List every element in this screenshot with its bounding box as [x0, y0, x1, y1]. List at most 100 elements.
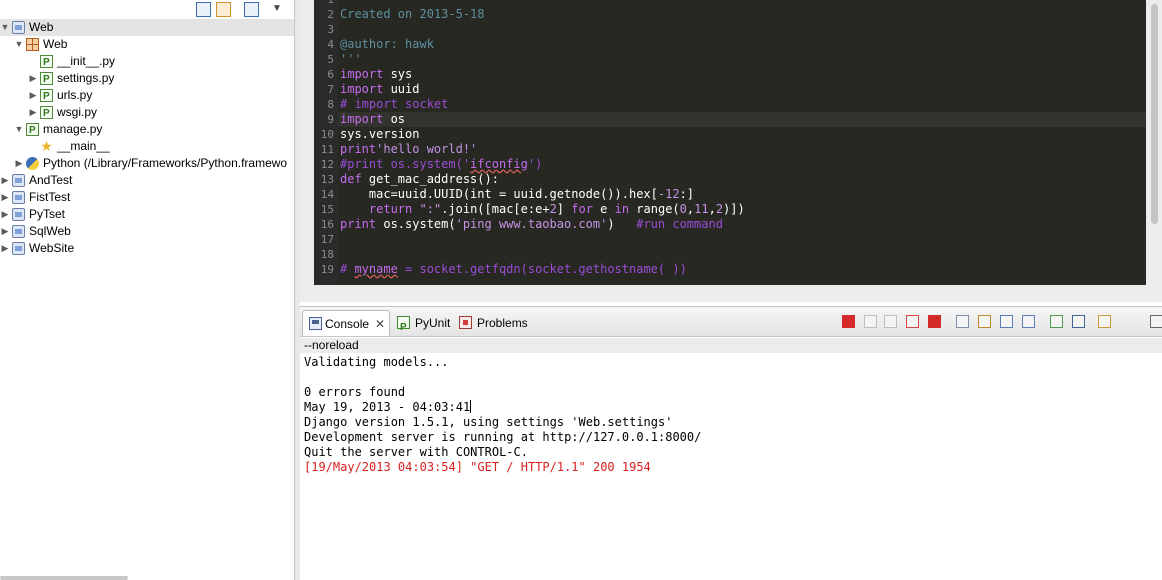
console-line: Development server is running at http://…	[304, 430, 1162, 445]
console-line-text: Validating models...	[304, 355, 449, 369]
code-line[interactable]: sys.version	[338, 127, 419, 142]
terminate-icon[interactable]	[842, 315, 855, 328]
chevron-right-icon[interactable]: ▶	[0, 189, 10, 206]
word-wrap-icon[interactable]	[1000, 315, 1013, 328]
chevron-right-icon[interactable]: ▶	[28, 70, 38, 87]
relaunch-icon[interactable]	[906, 315, 919, 328]
tree-item[interactable]: __init__.py	[0, 53, 294, 70]
code-line[interactable]: @author: hawk	[338, 37, 434, 52]
code-line[interactable]: mac=uuid.UUID(int = uuid.getnode()).hex[…	[338, 187, 694, 202]
tab-problems-label: Problems	[477, 316, 528, 330]
tree-item[interactable]: ▶ PyTset	[0, 206, 294, 223]
chevron-right-icon[interactable]: ▶	[0, 172, 10, 189]
code-line[interactable]: return ":".join([mac[e:e+2] for e in ran…	[338, 202, 745, 217]
minimize-icon[interactable]	[1150, 315, 1162, 328]
tree-item[interactable]: ▶ SqlWeb	[0, 223, 294, 240]
code-line[interactable]: import uuid	[338, 82, 419, 97]
tree-item-label: urls.py	[57, 88, 93, 102]
code-line[interactable]: '''	[338, 0, 362, 7]
collapse-all-icon[interactable]	[196, 2, 211, 17]
chevron-down-icon[interactable]: ▼	[14, 36, 24, 53]
code-line[interactable]: '''	[338, 52, 362, 67]
tree-item[interactable]: ★ __main__	[0, 138, 294, 155]
tab-console[interactable]: Console ✕	[302, 310, 390, 336]
tree-item-label: wsgi.py	[57, 105, 98, 119]
tree-item[interactable]: ▼ manage.py	[0, 121, 294, 138]
code-token: os	[383, 112, 406, 126]
chevron-right-icon[interactable]: ▶	[14, 155, 24, 172]
tree-item[interactable]: ▶ wsgi.py	[0, 104, 294, 121]
chevron-right-icon[interactable]: ▶	[0, 223, 10, 240]
console-icon	[309, 317, 322, 330]
remove-all-icon[interactable]	[884, 315, 897, 328]
code-line[interactable]: import os	[338, 112, 1146, 127]
console-line-text: Quit the server with CONTROL-C.	[304, 445, 528, 459]
tree-item[interactable]: ▶ urls.py	[0, 87, 294, 104]
code-line[interactable]: Created on 2013-5-18	[338, 7, 485, 22]
open-console-icon[interactable]	[1098, 315, 1111, 328]
tree-item[interactable]: ▶ FistTest	[0, 189, 294, 206]
code-token: #	[340, 262, 355, 276]
project-tree: ▼Web▼Web__init__.py▶settings.py▶urls.py▶…	[0, 19, 294, 257]
remove-launch-icon[interactable]	[864, 315, 877, 328]
code-line[interactable]: def get_mac_address():	[338, 172, 499, 187]
code-line[interactable]: print'hello world!'	[338, 142, 477, 157]
console-line: [19/May/2013 04:03:54] "GET / HTTP/1.1" …	[304, 460, 1162, 475]
scroll-lock-icon[interactable]	[978, 315, 991, 328]
view-menu-icon[interactable]	[244, 2, 259, 17]
chevron-down-icon[interactable]: ▼	[272, 2, 287, 17]
tree-item[interactable]: ▼ Web	[0, 36, 294, 53]
project-explorer: ▼ ▼ Web ▼ Web __init__.py ▶ settings.py ▶ urls.p…	[0, 0, 294, 580]
stop-debug-icon[interactable]	[928, 315, 941, 328]
chevron-right-icon[interactable]: ▶	[28, 104, 38, 121]
horizontal-scrollbar[interactable]	[0, 576, 128, 580]
code-line[interactable]: # import socket	[338, 97, 448, 112]
tree-item[interactable]: ▶ Python (/Library/Frameworks/Python.fram…	[0, 155, 294, 172]
code-line[interactable]: import sys	[338, 67, 412, 82]
tree-item[interactable]: ▶ settings.py	[0, 70, 294, 87]
line-number: 10	[320, 128, 334, 141]
code-token: )])	[723, 202, 745, 216]
code-line[interactable]	[338, 22, 340, 37]
code-line[interactable]: # myname = socket.getfqdn(socket.gethost…	[338, 262, 687, 277]
code-line[interactable]	[338, 232, 340, 247]
tree-item-label: SqlWeb	[29, 224, 71, 238]
code-token: 2	[549, 202, 557, 216]
tree-item-label: FistTest	[29, 190, 71, 204]
code-token: sys.version	[340, 127, 420, 141]
tree-item-label: __main__	[57, 139, 110, 153]
tree-item[interactable]: ▼ Web	[0, 19, 294, 36]
chevron-down-icon[interactable]: ▼	[14, 121, 24, 138]
show-on-output-icon[interactable]	[1022, 315, 1035, 328]
display-console-icon[interactable]	[1072, 315, 1085, 328]
chevron-right-icon[interactable]: ▶	[28, 87, 38, 104]
link-with-editor-icon[interactable]	[216, 2, 231, 17]
chevron-right-icon[interactable]: ▶	[0, 206, 10, 223]
code-editor[interactable]: 12345678910111213141516171819 '''Created…	[314, 0, 1146, 285]
editor-vertical-scrollbar[interactable]	[1151, 4, 1158, 224]
code-line[interactable]: print os.system('ping www.taobao.com') #…	[338, 217, 723, 232]
code-token: 0	[679, 202, 687, 216]
code-token: )	[607, 217, 637, 231]
code-line[interactable]: #print os.system('ifconfig')	[338, 157, 542, 172]
code-area[interactable]: '''Created on 2013-5-18@author: hawk'''i…	[338, 0, 1146, 285]
chevron-right-icon[interactable]: ▶	[0, 240, 10, 257]
tree-item-label: Python (/Library/Frameworks/Python.frame…	[43, 156, 288, 170]
tree-item[interactable]: ▶ WebSite	[0, 240, 294, 257]
close-icon[interactable]: ✕	[375, 311, 385, 337]
chevron-down-icon[interactable]: ▼	[0, 19, 10, 36]
line-number: 14	[320, 188, 334, 201]
tree-item[interactable]: ▶ AndTest	[0, 172, 294, 189]
console-output[interactable]: Validating models... 0 errors found May 19…	[304, 355, 1162, 475]
line-number: 9	[327, 113, 334, 126]
code-token: import	[340, 112, 384, 126]
tab-problems[interactable]: Problems	[456, 310, 532, 336]
project-icon	[12, 242, 25, 255]
pyunit-icon	[397, 315, 410, 341]
code-line[interactable]	[338, 247, 340, 262]
code-token: mac=uuid.UUID(int = uuid.getnode()).hex[	[340, 187, 658, 201]
pin-console-icon[interactable]	[1050, 315, 1063, 328]
clear-console-icon[interactable]	[956, 315, 969, 328]
tab-pyunit[interactable]: PyUnit	[394, 310, 452, 341]
